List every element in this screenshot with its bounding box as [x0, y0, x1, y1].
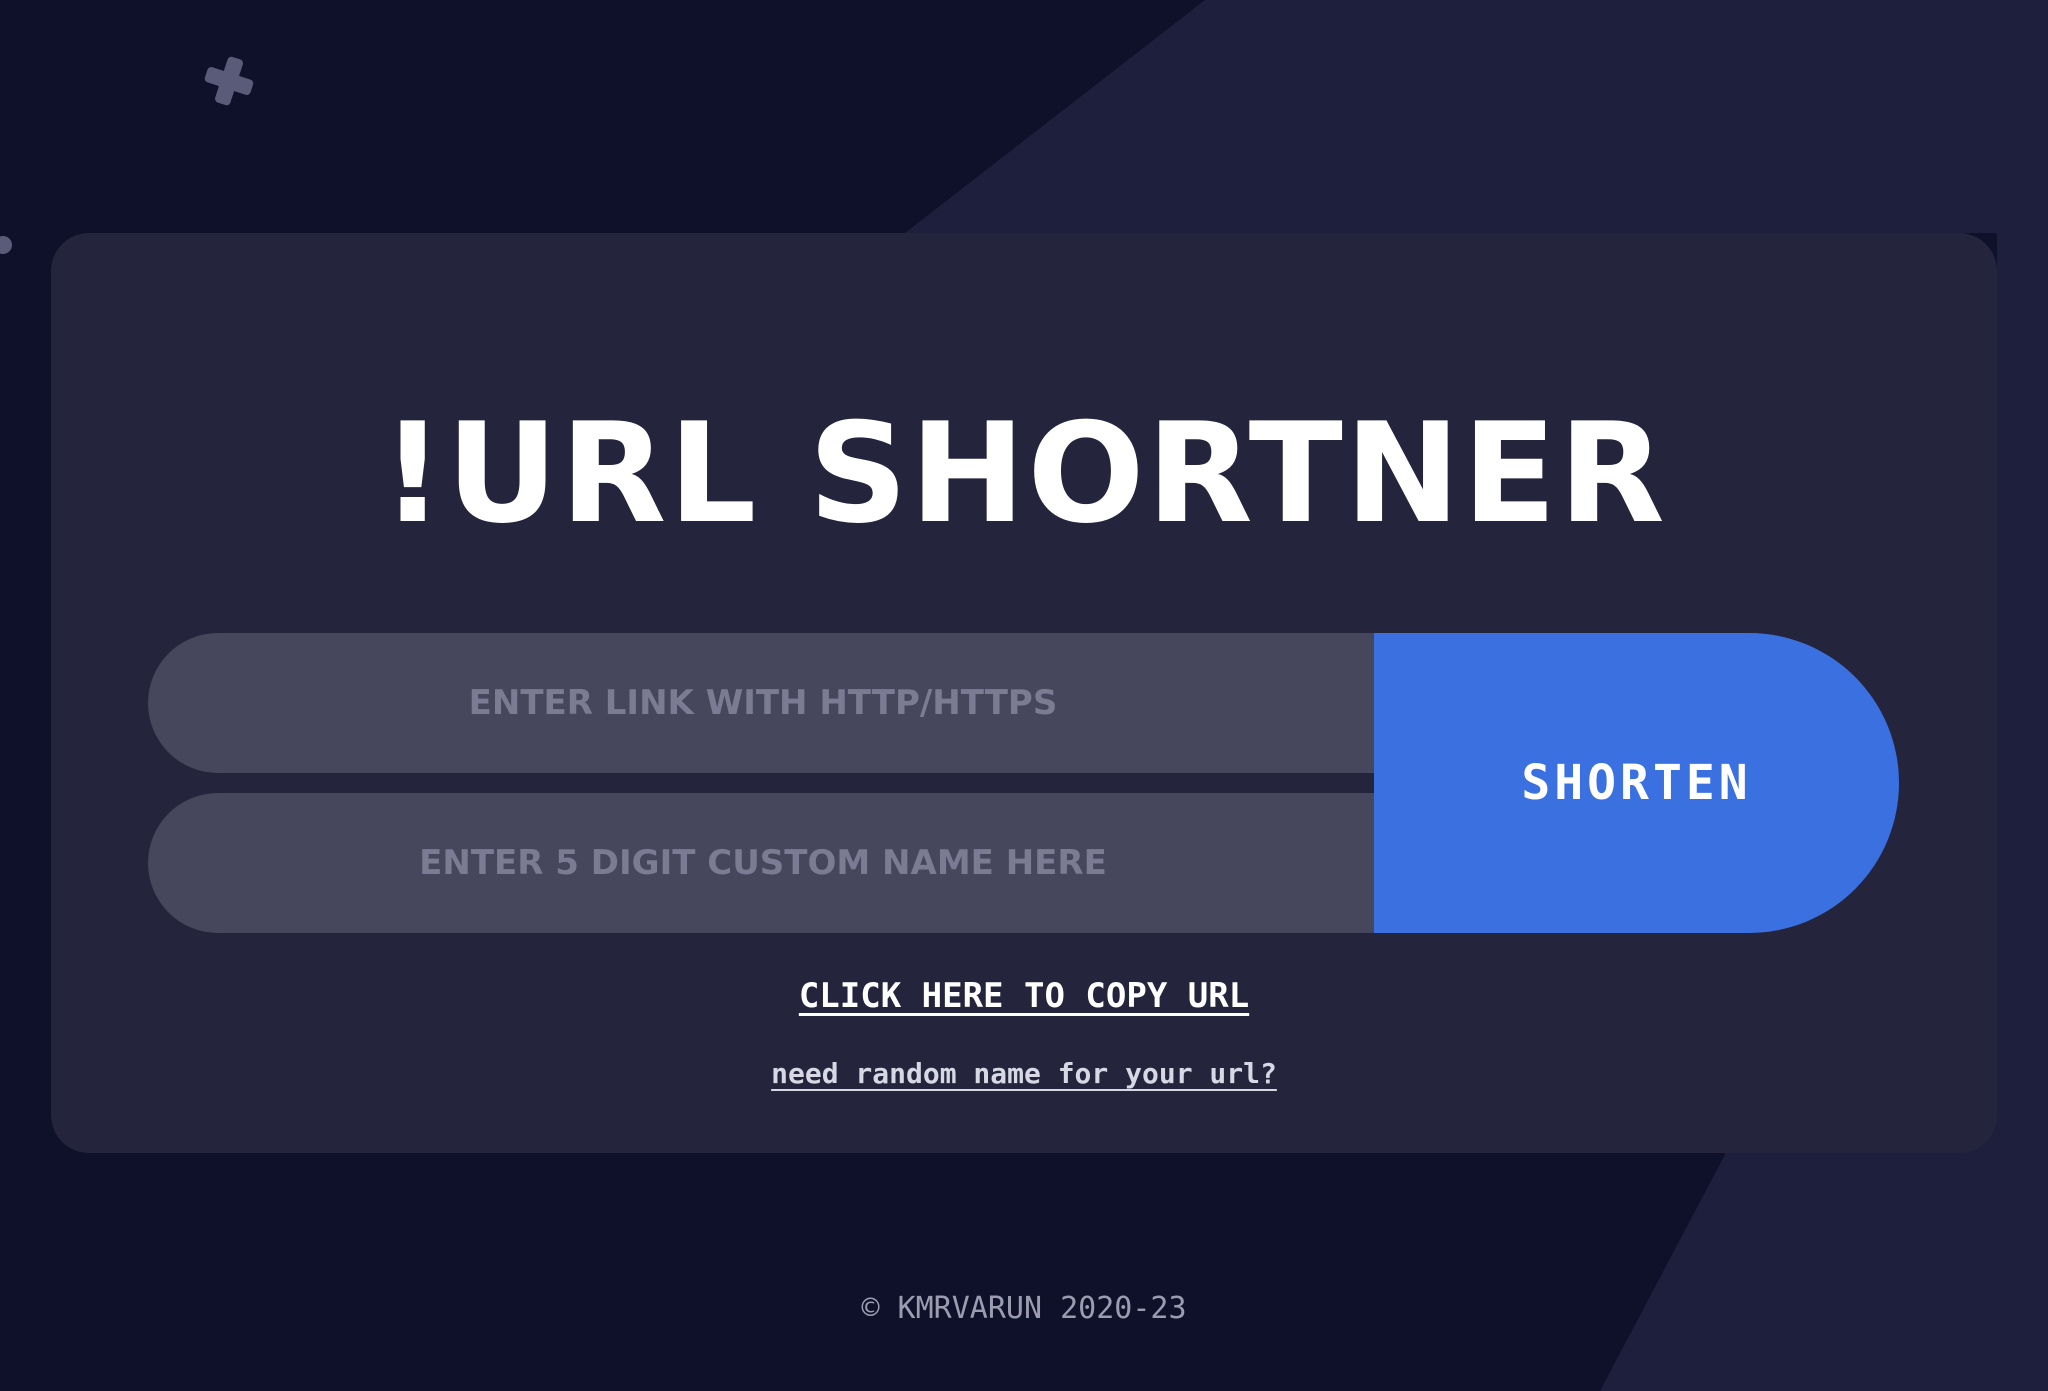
- custom-name-input[interactable]: [148, 793, 1378, 933]
- random-name-link[interactable]: need random name for your url?: [0, 1054, 2048, 1094]
- plus-icon: [204, 56, 254, 106]
- shorten-button[interactable]: SHORTEN: [1374, 633, 1899, 933]
- dot-icon: [0, 236, 12, 254]
- footer-copyright: © KMRVARUN 2020-23: [861, 1291, 1187, 1326]
- page-title: !URL SHORTNER: [381, 393, 1667, 554]
- link-input[interactable]: [148, 633, 1378, 773]
- copy-url-link[interactable]: CLICK HERE TO COPY URL: [0, 972, 2048, 1020]
